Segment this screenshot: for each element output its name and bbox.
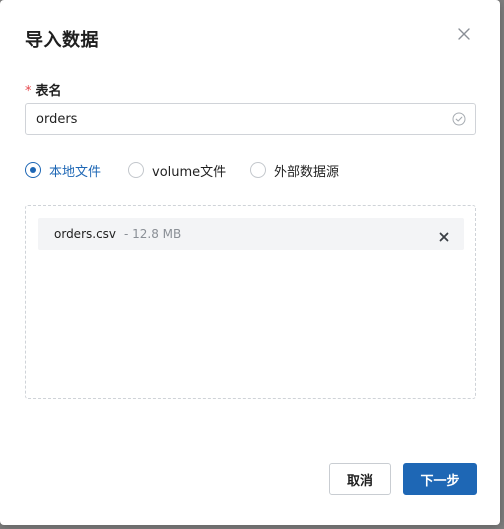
file-size: - 12.8 MB	[124, 227, 182, 241]
source-radio-group: 本地文件 volume文件 外部数据源	[25, 160, 485, 180]
check-circle-icon	[452, 112, 466, 126]
radio-label: 外部数据源	[274, 164, 340, 180]
close-button[interactable]	[456, 26, 472, 42]
file-name: orders.csv	[54, 227, 117, 241]
required-mark: *	[25, 84, 32, 99]
radio-dot	[250, 162, 266, 178]
table-name-field[interactable]	[25, 103, 476, 135]
radio-dot	[128, 162, 144, 178]
radio-label: volume文件	[152, 164, 227, 180]
cancel-button[interactable]: 取消	[329, 463, 391, 495]
file-list-item: orders.csv - 12.8 MB	[38, 218, 464, 250]
remove-icon	[439, 232, 449, 242]
import-data-dialog: 导入数据 *表名 本地文件 volume文件 外部数据源 orders.cs	[0, 0, 500, 525]
dialog-title: 导入数据	[25, 30, 99, 51]
radio-dot	[25, 162, 41, 178]
radio-label: 本地文件	[49, 164, 102, 180]
table-name-label-text: 表名	[35, 84, 62, 99]
radio-external-source[interactable]: 外部数据源	[250, 160, 339, 180]
upload-dropzone[interactable]: orders.csv - 12.8 MB	[25, 205, 476, 399]
radio-volume-file[interactable]: volume文件	[128, 160, 226, 180]
radio-local-file[interactable]: 本地文件	[25, 160, 101, 180]
remove-file-button[interactable]	[438, 228, 450, 242]
close-icon	[458, 28, 470, 40]
table-name-label: * 表名	[25, 80, 62, 99]
next-step-button[interactable]: 下一步	[403, 463, 477, 495]
table-name-input[interactable]	[26, 104, 446, 134]
